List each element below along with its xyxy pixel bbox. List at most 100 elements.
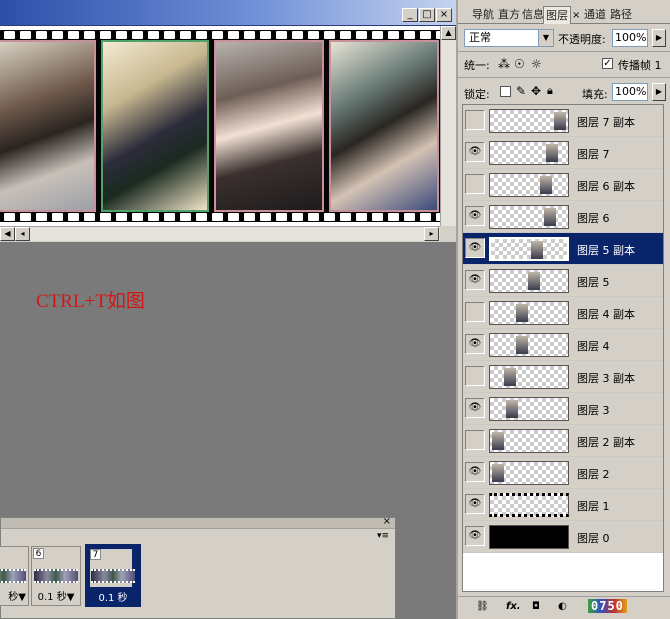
tab-navigator[interactable]: 导航 [470, 6, 496, 24]
lock-transparency-icon[interactable] [500, 86, 511, 97]
minimize-button[interactable]: _ [402, 8, 418, 22]
film-sprocket-hole [68, 31, 79, 39]
link-layers-icon[interactable]: ⛓︎ [476, 601, 489, 612]
layer-style-icon[interactable]: fx. [506, 601, 521, 612]
fill-arrow-icon[interactable]: ▶ [652, 83, 666, 101]
resize-corner[interactable] [440, 226, 456, 242]
visibility-eye-icon[interactable] [465, 430, 485, 450]
film-sprocket-hole [356, 213, 367, 221]
maximize-button[interactable]: □ [419, 8, 435, 22]
visibility-eye-icon[interactable]: 👁︎ [465, 142, 485, 162]
frame-number: 6 [33, 548, 44, 559]
lock-paint-icon[interactable]: ✎ [516, 84, 526, 98]
layer-row[interactable]: 👁︎ 图层 2 [463, 457, 663, 489]
opacity-input[interactable]: 100% [612, 29, 648, 47]
lock-all-icon[interactable]: 🔒︎ [547, 84, 553, 98]
layer-row[interactable]: 👁︎ 图层 6 [463, 201, 663, 233]
layer-mask-icon[interactable]: ◘ [532, 601, 540, 612]
visibility-eye-icon[interactable]: 👁︎ [465, 494, 485, 514]
blend-mode-select[interactable]: 正常 ▼ [464, 29, 554, 47]
frame-delay[interactable]: 0.1 秒 [86, 589, 140, 604]
layer-row[interactable]: 👁︎ 图层 7 [463, 137, 663, 169]
film-sprocket-hole [116, 213, 127, 221]
animation-panel-header[interactable]: × [1, 516, 395, 529]
annotation-text: CTRL+T如图 [36, 291, 145, 312]
animation-frame[interactable]: 秒▼ [0, 546, 29, 606]
layer-row[interactable]: 👁︎ 图层 3 [463, 393, 663, 425]
layer-name: 图层 3 副本 [577, 372, 635, 385]
film-sprocket-hole [52, 213, 63, 221]
film-sprocket-hole [420, 213, 431, 221]
layer-row[interactable]: 图层 2 副本 [463, 425, 663, 457]
animation-frame[interactable]: 6 0.1 秒▼ [31, 546, 81, 606]
visibility-eye-icon[interactable] [465, 302, 485, 322]
layer-row[interactable]: 图层 3 副本 [463, 361, 663, 393]
unify-position-icon[interactable]: ⁂ [498, 57, 510, 71]
tab-histogram[interactable]: 直方 [496, 6, 522, 24]
tab-layers[interactable]: 图层 [543, 6, 571, 24]
animation-frame-selected[interactable]: 7 0.1 秒 [85, 544, 141, 607]
layer-name: 图层 4 [577, 340, 610, 353]
unify-style-icon[interactable]: ☼ [531, 57, 542, 71]
visibility-eye-icon[interactable]: 👁︎ [465, 270, 485, 290]
visibility-eye-icon[interactable]: 👁︎ [465, 526, 485, 546]
visibility-eye-icon[interactable] [465, 174, 485, 194]
unify-visibility-icon[interactable]: ☉ [514, 57, 525, 71]
film-sprocket-hole [100, 31, 111, 39]
visibility-eye-icon[interactable] [465, 110, 485, 130]
film-sprocket-hole [164, 31, 175, 39]
scroll-left-end-icon[interactable]: ◂ [15, 227, 30, 241]
film-sprocket-hole [20, 31, 31, 39]
frame-delay[interactable]: 0.1 秒▼ [32, 588, 80, 603]
panel-menu-icon[interactable]: ▾≡ [377, 531, 389, 541]
fill-label: 填充: [582, 88, 608, 101]
layer-row[interactable]: 👁︎ 图层 1 [463, 489, 663, 521]
scroll-right-arrow-icon[interactable]: ▸ [424, 227, 439, 241]
scroll-left-arrow-icon[interactable]: ◀ [0, 227, 15, 241]
layer-row[interactable]: 图层 7 副本 [463, 105, 663, 137]
visibility-eye-icon[interactable]: 👁︎ [465, 238, 485, 258]
film-sprocket-hole [52, 31, 63, 39]
vertical-scrollbar[interactable]: ▲ [440, 26, 456, 226]
layer-row[interactable]: 👁︎ 图层 5 [463, 265, 663, 297]
frame-thumbnail [0, 569, 26, 583]
scroll-up-arrow-icon[interactable]: ▲ [441, 26, 456, 40]
tab-close-icon[interactable]: × [572, 10, 580, 21]
close-button[interactable]: × [436, 8, 452, 22]
film-sprocket-hole [84, 213, 95, 221]
film-sprocket-hole [356, 31, 367, 39]
layer-row[interactable]: 👁︎ 图层 5 副本 [463, 233, 663, 265]
layer-row[interactable]: 图层 4 副本 [463, 297, 663, 329]
canvas[interactable] [0, 26, 440, 226]
layer-thumbnail [489, 365, 569, 389]
visibility-eye-icon[interactable]: 👁︎ [465, 206, 485, 226]
layer-row[interactable]: 👁︎ 图层 4 [463, 329, 663, 361]
close-icon[interactable]: × [383, 516, 391, 527]
layer-row[interactable]: 👁︎ 图层 0 [463, 521, 663, 553]
frame-delay[interactable]: 秒▼ [0, 588, 28, 603]
layer-row[interactable]: 图层 6 副本 [463, 169, 663, 201]
film-sprocket-hole [276, 213, 287, 221]
layer-name: 图层 7 副本 [577, 116, 635, 129]
layer-thumbnail [489, 429, 569, 453]
film-sprocket-hole [404, 31, 415, 39]
thumbnail-content [506, 400, 518, 418]
visibility-eye-icon[interactable]: 👁︎ [465, 398, 485, 418]
visibility-eye-icon[interactable]: 👁︎ [465, 334, 485, 354]
visibility-eye-icon[interactable]: 👁︎ [465, 462, 485, 482]
film-sprocket-hole [388, 31, 399, 39]
tab-paths[interactable]: 路径 [608, 6, 634, 24]
propagate-checkbox[interactable]: ✓ [602, 58, 613, 69]
film-sprocket-hole [292, 31, 303, 39]
fill-input[interactable]: 100% [612, 83, 648, 101]
opacity-arrow-icon[interactable]: ▶ [652, 29, 666, 47]
tab-channels[interactable]: 通道 [582, 6, 608, 24]
document-titlebar[interactable]: _ □ × [0, 0, 456, 26]
horizontal-scrollbar[interactable]: ◀ ◂ ▸ [0, 226, 440, 241]
lock-move-icon[interactable]: ✥ [531, 84, 541, 98]
chevron-down-icon[interactable]: ▼ [538, 30, 553, 46]
layer-thumbnail [489, 301, 569, 325]
adjustment-layer-icon[interactable]: ◐ [558, 601, 567, 612]
visibility-eye-icon[interactable] [465, 366, 485, 386]
film-sprocket-hole [244, 213, 255, 221]
